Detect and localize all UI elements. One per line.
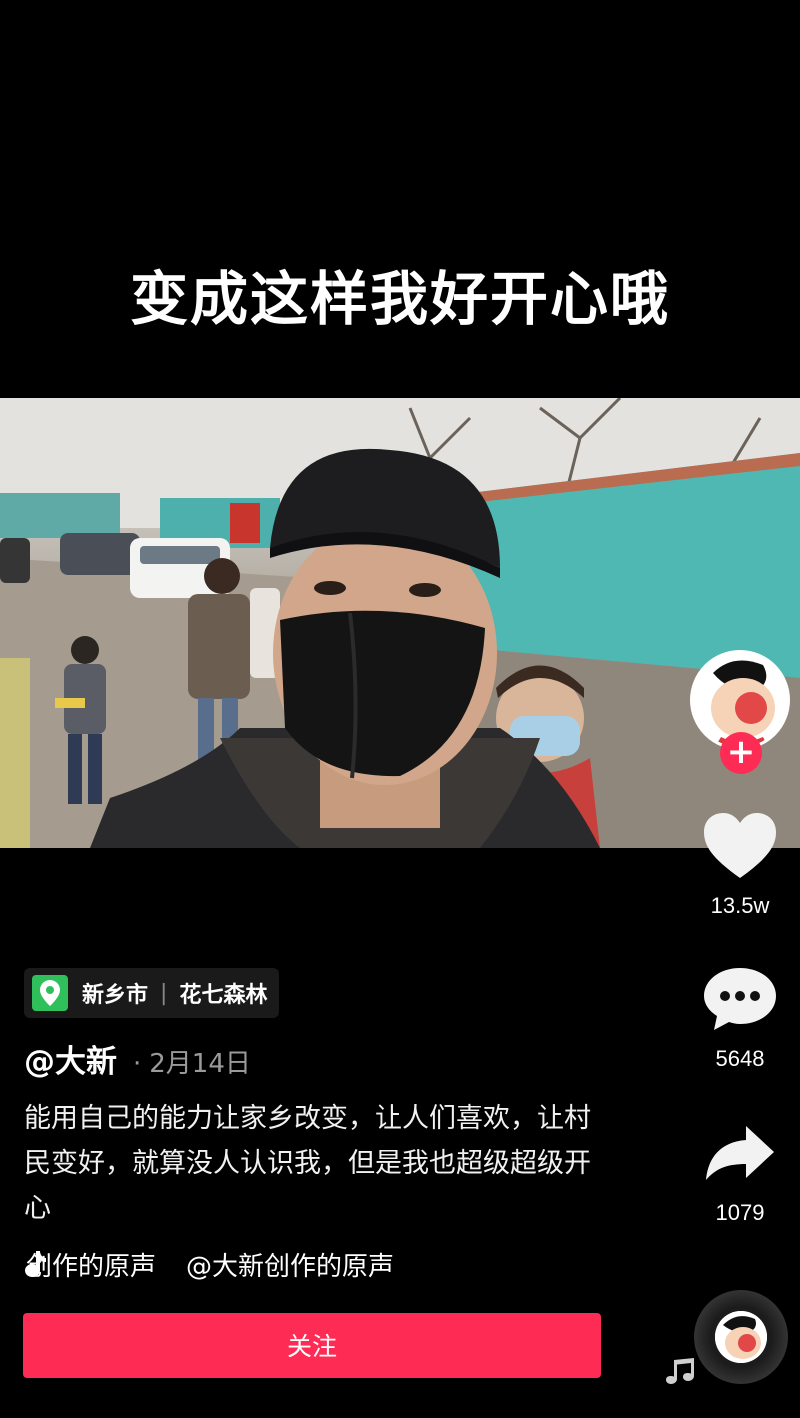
location-place: 花七森林 — [179, 983, 268, 1008]
follow-button[interactable]: 关注 — [23, 1313, 601, 1378]
creator-handle[interactable]: @大新 — [24, 1036, 117, 1081]
comment-bubble-icon[interactable] — [702, 966, 778, 1032]
music-marquee[interactable]: 创作的原声 @大新创作的原声 — [24, 1244, 424, 1284]
post-description: 能用自己的能力让家乡改变，让人们喜欢，让村民变好，就算没人认识我，但是我也超级超… — [24, 1103, 591, 1224]
disc-cover-image — [715, 1311, 767, 1363]
music-disc[interactable] — [694, 1290, 788, 1384]
share-count: 1079 — [715, 1200, 765, 1225]
post-date: · 2月14日 — [133, 1043, 251, 1080]
video-player[interactable] — [0, 398, 800, 848]
date-separator: · — [133, 1049, 142, 1079]
location-separator: | — [160, 980, 168, 1006]
video-frame-image — [0, 398, 800, 848]
music-track-text: 创作的原声 — [26, 1251, 157, 1282]
heart-icon[interactable] — [702, 812, 778, 880]
location-pin-icon — [32, 975, 68, 1011]
post-date-text: 2月14日 — [149, 1049, 251, 1079]
like-count: 13.5w — [710, 893, 770, 918]
author-line: @大新 · 2月14日 — [24, 1036, 251, 1081]
music-track-text-repeat: @大新创作的原声 — [186, 1251, 395, 1282]
comment-count: 5648 — [715, 1046, 765, 1071]
video-caption: 变成这样我好开心哦 — [129, 265, 670, 333]
location-tag[interactable]: 新乡市 | 花七森林 — [24, 968, 280, 1018]
location-city: 新乡市 — [82, 983, 149, 1008]
share-arrow-icon[interactable] — [702, 1124, 778, 1184]
follow-plus-button[interactable]: + — [720, 732, 762, 774]
floating-music-note-icon — [666, 1358, 694, 1384]
